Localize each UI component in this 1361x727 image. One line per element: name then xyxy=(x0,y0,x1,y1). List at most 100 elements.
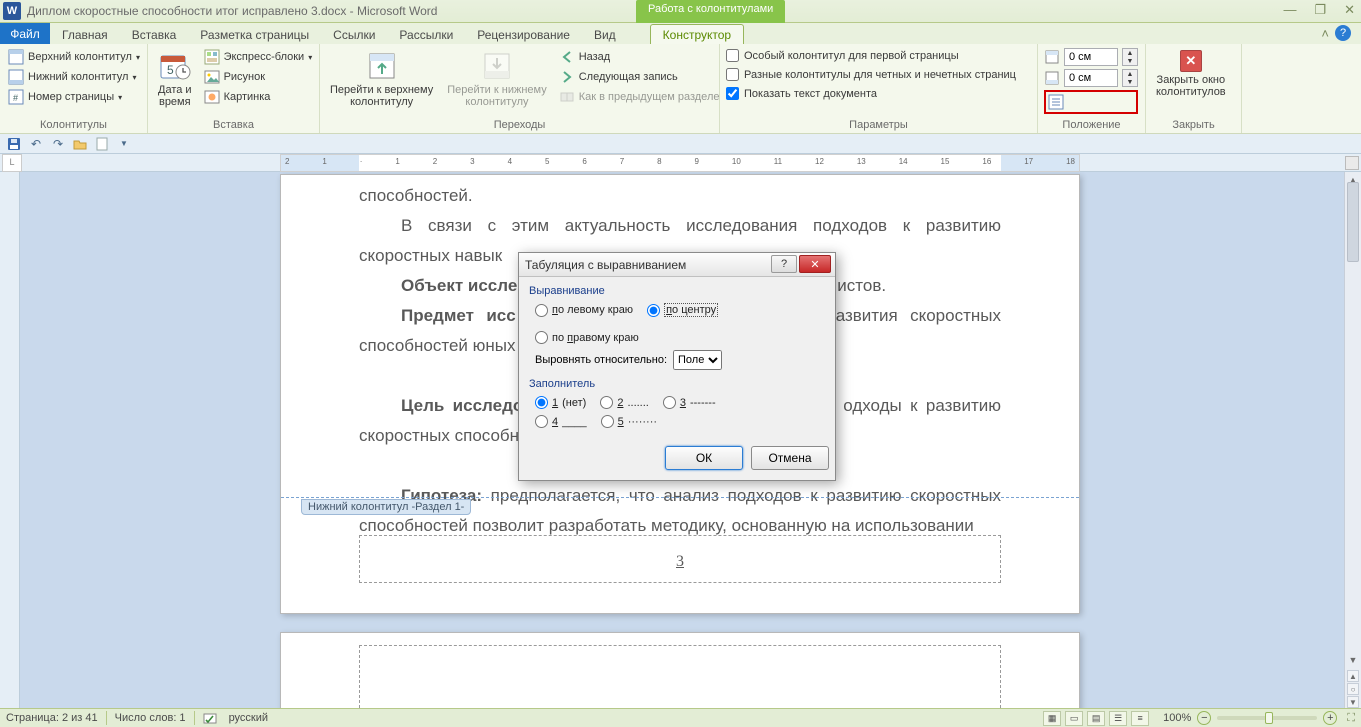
align-left-radio[interactable]: по левому краю xyxy=(535,304,633,317)
ruler-bar: L 21·123456789101112131415161718 xyxy=(0,154,1361,172)
scroll-down-icon[interactable]: ▼ xyxy=(1345,652,1361,668)
ribbon-group-caption: Колонтитулы xyxy=(6,119,141,133)
tab-mailings[interactable]: Рассылки xyxy=(387,25,465,44)
horizontal-ruler[interactable]: 21·123456789101112131415161718 xyxy=(280,154,1080,172)
zoom-in-button[interactable]: + xyxy=(1323,711,1337,725)
tab-layout[interactable]: Разметка страницы xyxy=(188,25,321,44)
zoom-value[interactable]: 100% xyxy=(1163,712,1191,724)
browse-object-icon[interactable]: ○ xyxy=(1347,683,1359,695)
tab-home[interactable]: Главная xyxy=(50,25,120,44)
dialog-close-button[interactable]: ✕ xyxy=(799,255,831,273)
picture-button[interactable]: Рисунок xyxy=(202,68,315,86)
browse-next-icon[interactable]: ▼ xyxy=(1347,696,1359,708)
datetime-button[interactable]: 5 Дата и время xyxy=(154,48,196,110)
proofing-icon[interactable] xyxy=(203,711,217,725)
tab-view[interactable]: Вид xyxy=(582,25,628,44)
restore-button[interactable]: ❐ xyxy=(1314,2,1326,18)
goto-footer-button: Перейти к нижнему колонтитулу xyxy=(443,48,550,110)
cancel-button[interactable]: Отмена xyxy=(751,446,829,470)
footer-tag[interactable]: Нижний колонтитул -Раздел 1- xyxy=(301,499,471,515)
zoom-control: 100% − + ⛶ xyxy=(1163,711,1355,725)
page-2: Верхний колонтитул -Раздел 1- комплексов… xyxy=(280,632,1080,708)
vertical-scrollbar[interactable]: ▲ ▼ ▲ ○ ▼ xyxy=(1344,172,1361,708)
quickparts-button[interactable]: Экспресс-блоки ▾ xyxy=(202,48,315,66)
ribbon: Верхний колонтитул ▾ Нижний колонтитул ▾… xyxy=(0,44,1361,134)
footer-button[interactable]: Нижний колонтитул ▾ xyxy=(6,68,142,86)
back-button[interactable]: Назад xyxy=(557,48,722,66)
ribbon-group-caption: Переходы xyxy=(326,119,713,133)
undo-icon[interactable]: ↶ xyxy=(28,136,44,152)
save-icon[interactable] xyxy=(6,136,22,152)
new-icon[interactable] xyxy=(94,136,110,152)
minimize-ribbon-icon[interactable]: ˄ xyxy=(1321,26,1329,41)
leader-2-radio[interactable]: 2 ....... xyxy=(600,396,649,409)
close-icon: ✕ xyxy=(1180,50,1202,72)
ruler-corner[interactable]: L xyxy=(2,154,22,172)
outline-view-icon[interactable]: ☰ xyxy=(1109,711,1127,726)
minimize-button[interactable]: — xyxy=(1283,2,1296,18)
ribbon-help-area: ˄ ? xyxy=(1321,25,1351,41)
contextual-tab-label: Работа с колонтитулами xyxy=(636,0,785,23)
scroll-thumb[interactable] xyxy=(1347,182,1359,262)
close-button[interactable]: ✕ xyxy=(1344,2,1355,18)
zoom-expand-icon[interactable]: ⛶ xyxy=(1347,712,1355,725)
web-layout-view-icon[interactable]: ▤ xyxy=(1087,711,1105,726)
zoom-out-button[interactable]: − xyxy=(1197,711,1211,725)
redo-icon[interactable]: ↷ xyxy=(50,136,66,152)
show-document-text-checkbox[interactable]: Показать текст документа xyxy=(726,86,1016,101)
leader-1-radio[interactable]: 1 (нет) xyxy=(535,396,586,409)
relative-to-select[interactable]: Поле xyxy=(673,350,722,370)
align-center-radio[interactable]: по центру xyxy=(647,303,718,317)
browse-prev-icon[interactable]: ▲ xyxy=(1347,670,1359,682)
ribbon-group-close: ✕ Закрыть окно колонтитулов Закрыть xyxy=(1146,44,1242,133)
tab-insert[interactable]: Вставка xyxy=(120,25,189,44)
leader-4-radio[interactable]: 4 ____ xyxy=(535,415,587,428)
open-icon[interactable] xyxy=(72,136,88,152)
help-icon[interactable]: ? xyxy=(1335,25,1351,41)
page-number-button[interactable]: #Номер страницы ▾ xyxy=(6,88,142,106)
page-number: 3 xyxy=(676,553,684,571)
draft-view-icon[interactable]: ≡ xyxy=(1131,711,1149,726)
clipart-button[interactable]: Картинка xyxy=(202,88,315,106)
file-tab[interactable]: Файл xyxy=(0,23,50,44)
ribbon-group-headers-footers: Верхний колонтитул ▾ Нижний колонтитул ▾… xyxy=(0,44,148,133)
page-status[interactable]: Страница: 2 из 41 xyxy=(6,712,98,724)
quick-access-toolbar: ↶ ↷ ▼ xyxy=(0,134,1361,154)
full-screen-view-icon[interactable]: ▭ xyxy=(1065,711,1083,726)
dialog-titlebar[interactable]: Табуляция с выравниванием ? ✕ xyxy=(519,253,835,277)
ribbon-group-position: ▲▼ ▲▼ Положение xyxy=(1038,44,1146,133)
dialog-help-button[interactable]: ? xyxy=(771,255,797,273)
ribbon-group-caption: Положение xyxy=(1044,119,1139,133)
align-right-radio[interactable]: по правому краю xyxy=(535,331,639,344)
tab-review[interactable]: Рецензирование xyxy=(465,25,582,44)
tab-references[interactable]: Ссылки xyxy=(321,25,387,44)
ribbon-group-options: Особый колонтитул для первой страницы Ра… xyxy=(720,44,1038,133)
header-button[interactable]: Верхний колонтитул ▾ xyxy=(6,48,142,66)
footer-from-bottom-input[interactable]: ▲▼ xyxy=(1044,69,1138,87)
leader-3-radio[interactable]: 3 ------- xyxy=(663,396,716,409)
leader-5-radio[interactable]: 5 ········ xyxy=(601,415,657,428)
word-count[interactable]: Число слов: 1 xyxy=(115,712,186,724)
header-area[interactable] xyxy=(359,645,1001,708)
print-layout-view-icon[interactable]: ▦ xyxy=(1043,711,1061,726)
ribbon-group-insert: 5 Дата и время Экспресс-блоки ▾ Рисунок … xyxy=(148,44,320,133)
qat-dropdown-icon[interactable]: ▼ xyxy=(116,136,132,152)
alignment-section-label: Выравнивание xyxy=(529,285,825,297)
zoom-slider[interactable] xyxy=(1217,716,1317,720)
tab-design-active[interactable]: Конструктор xyxy=(650,24,744,44)
odd-even-header-checkbox[interactable]: Разные колонтитулы для четных и нечетных… xyxy=(726,67,1016,82)
svg-text:5: 5 xyxy=(167,63,174,77)
status-bar: Страница: 2 из 41 Число слов: 1 русский … xyxy=(0,708,1361,727)
relative-to-label: Выровнять относительно: xyxy=(535,354,667,366)
language-status[interactable]: русский xyxy=(229,712,268,724)
first-page-header-checkbox[interactable]: Особый колонтитул для первой страницы xyxy=(726,48,1016,63)
next-record-button[interactable]: Следующая запись xyxy=(557,68,722,86)
insert-alignment-tab-button[interactable] xyxy=(1044,90,1138,114)
header-from-top-input[interactable]: ▲▼ xyxy=(1044,48,1138,66)
vertical-ruler[interactable] xyxy=(0,172,20,708)
goto-header-button[interactable]: Перейти к верхнему колонтитулу xyxy=(326,48,437,110)
ribbon-group-caption: Параметры xyxy=(726,119,1031,133)
ok-button[interactable]: ОК xyxy=(665,446,743,470)
close-header-footer-button[interactable]: ✕ Закрыть окно колонтитулов xyxy=(1152,48,1230,100)
ruler-toggle-icon[interactable] xyxy=(1345,156,1359,170)
